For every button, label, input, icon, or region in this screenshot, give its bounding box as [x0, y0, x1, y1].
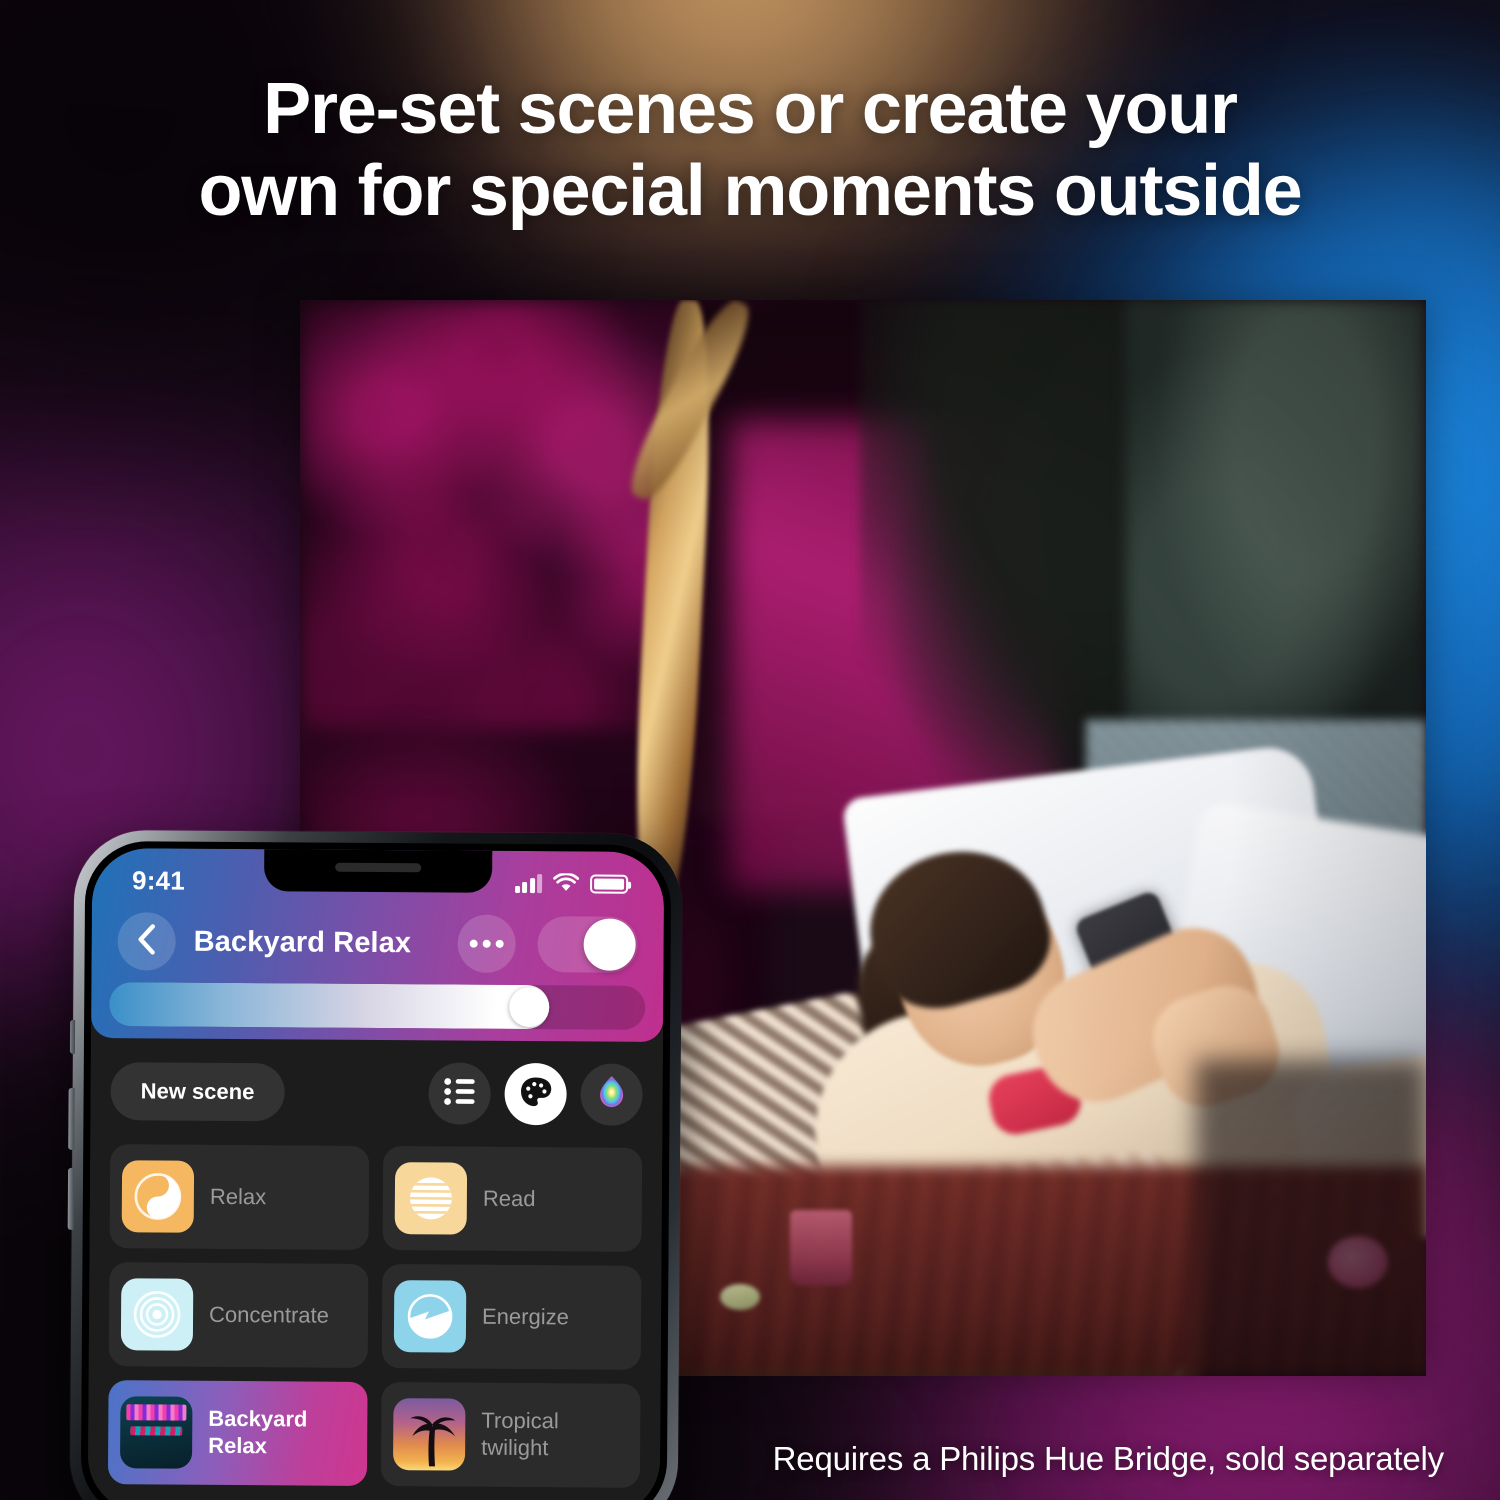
brightness-slider[interactable]: [109, 982, 646, 1030]
scene-grid: Relax Read Concentrate Energize Backyard…: [107, 1144, 643, 1488]
scene-tile-relax[interactable]: Relax: [109, 1144, 370, 1250]
status-icons: [514, 873, 629, 894]
app-header: 9:41 Backyard Relax: [90, 848, 665, 1043]
brightness-slider-knob[interactable]: [508, 986, 549, 1028]
concentrate-scene-icon: [120, 1278, 194, 1351]
color-picker-icon: [595, 1074, 627, 1115]
scene-label: Energize: [481, 1303, 569, 1329]
palette-icon: [518, 1074, 552, 1113]
phone-bezel: 9:41 Backyard Relax New scene Relax Read…: [80, 840, 672, 1500]
phone-frame: 9:41 Backyard Relax New scene Relax Read…: [67, 829, 683, 1500]
scene-label: Backyard Relax: [208, 1406, 308, 1459]
headline-line-2: own for special moments outside: [198, 151, 1303, 232]
list-view-button[interactable]: [428, 1062, 491, 1125]
room-power-toggle[interactable]: [537, 916, 638, 973]
scene-tile-backyard-relax[interactable]: Backyard Relax: [107, 1380, 368, 1486]
room-title: Backyard Relax: [193, 925, 412, 959]
brightness-slider-wrapper: [91, 970, 663, 1030]
list-view-icon: [442, 1076, 476, 1111]
new-scene-button[interactable]: New scene: [110, 1062, 285, 1122]
more-options-button[interactable]: [457, 914, 516, 973]
status-bar: 9:41: [92, 848, 664, 900]
tropical-twilight-scene-icon: [392, 1398, 466, 1471]
scene-tile-read[interactable]: Read: [382, 1146, 643, 1252]
wifi-icon: [553, 873, 580, 893]
navigation-row: Backyard Relax: [91, 896, 664, 974]
palette-button[interactable]: [504, 1062, 567, 1126]
battery-icon: [590, 873, 629, 894]
phone-volume-down-button[interactable]: [67, 1167, 75, 1230]
scene-label: Tropical twilight: [481, 1407, 559, 1461]
phone-volume-up-button[interactable]: [68, 1087, 75, 1150]
headline-line-1: Pre-set scenes or create your: [263, 69, 1238, 149]
status-time: 9:41: [131, 864, 186, 896]
scene-tile-energize[interactable]: Energize: [381, 1264, 642, 1370]
scene-label: Concentrate: [208, 1301, 330, 1328]
toggle-knob: [583, 918, 636, 971]
relax-scene-icon: [121, 1160, 195, 1233]
color-picker-button[interactable]: [580, 1063, 643, 1126]
scene-label: Relax: [209, 1183, 267, 1209]
scene-tile-concentrate[interactable]: Concentrate: [108, 1262, 369, 1368]
energize-scene-icon: [393, 1280, 467, 1353]
chevron-left-icon: [136, 923, 158, 960]
read-scene-icon: [394, 1162, 468, 1235]
app-body: New scene Relax Read Concentrate Energiz…: [87, 1038, 663, 1500]
scene-tile-tropical-twilight[interactable]: Tropical twilight: [380, 1382, 641, 1488]
phone-mute-switch[interactable]: [69, 1019, 76, 1054]
headline: Pre-set scenes or create your own for sp…: [0, 68, 1500, 232]
cellular-signal-icon: [514, 873, 543, 893]
backyard-relax-scene-icon: [119, 1396, 193, 1469]
disclaimer-caption: Requires a Philips Hue Bridge, sold sepa…: [772, 1440, 1445, 1477]
phone-screen: 9:41 Backyard Relax New scene Relax Read…: [87, 848, 665, 1500]
scene-toolbar: New scene: [110, 1060, 643, 1126]
more-options-icon: [469, 939, 504, 948]
scene-label: Read: [482, 1185, 536, 1211]
brightness-slider-fill: [109, 982, 549, 1030]
smartphone-mockup: 9:41 Backyard Relax New scene Relax Read…: [67, 829, 692, 1500]
back-button[interactable]: [117, 912, 176, 971]
